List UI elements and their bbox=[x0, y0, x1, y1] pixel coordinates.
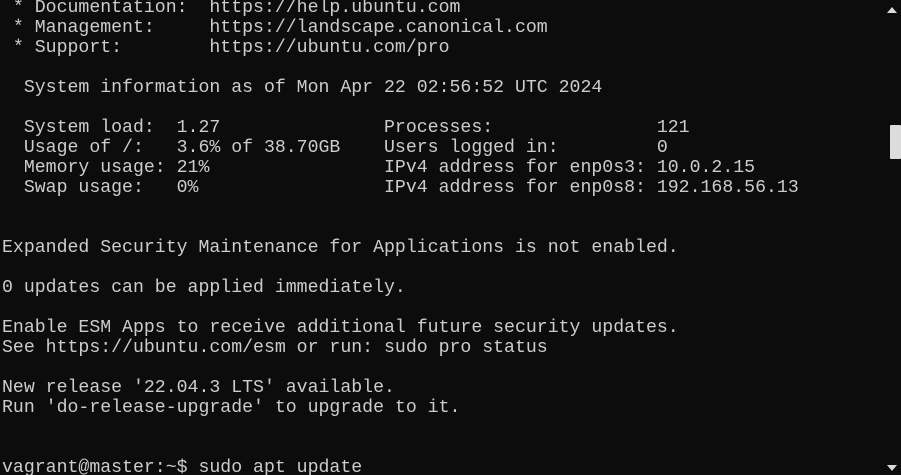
scrollbar-thumb[interactable] bbox=[890, 125, 901, 159]
terminal-line: System load: 1.27 Processes: 121 bbox=[2, 118, 690, 138]
terminal-prompt-line[interactable]: vagrant@master:~$ sudo apt update bbox=[2, 458, 362, 475]
terminal-line: * Management: https://landscape.canonica… bbox=[2, 18, 548, 38]
terminal-line: * Documentation: https://help.ubuntu.com bbox=[2, 0, 461, 18]
terminal-line: Memory usage: 21% IPv4 address for enp0s… bbox=[2, 158, 756, 178]
chevron-down-icon[interactable] bbox=[887, 465, 897, 471]
terminal-line: New release '22.04.3 LTS' available. bbox=[2, 378, 395, 398]
terminal-line: System information as of Mon Apr 22 02:5… bbox=[2, 78, 603, 98]
terminal-line: 0 updates can be applied immediately. bbox=[2, 278, 406, 298]
terminal-line: Usage of /: 3.6% of 38.70GB Users logged… bbox=[2, 138, 668, 158]
chevron-up-icon[interactable] bbox=[887, 7, 897, 13]
terminal-line: Run 'do-release-upgrade' to upgrade to i… bbox=[2, 398, 461, 418]
terminal-output[interactable]: * Documentation: https://help.ubuntu.com… bbox=[0, 0, 882, 475]
terminal-line: See https://ubuntu.com/esm or run: sudo … bbox=[2, 338, 548, 358]
vertical-scrollbar[interactable] bbox=[882, 0, 901, 475]
terminal-line: Enable ESM Apps to receive additional fu… bbox=[2, 318, 679, 338]
terminal-line: Expanded Security Maintenance for Applic… bbox=[2, 238, 679, 258]
terminal-line: Swap usage: 0% IPv4 address for enp0s8: … bbox=[2, 178, 799, 198]
terminal-line: * Support: https://ubuntu.com/pro bbox=[2, 38, 450, 58]
